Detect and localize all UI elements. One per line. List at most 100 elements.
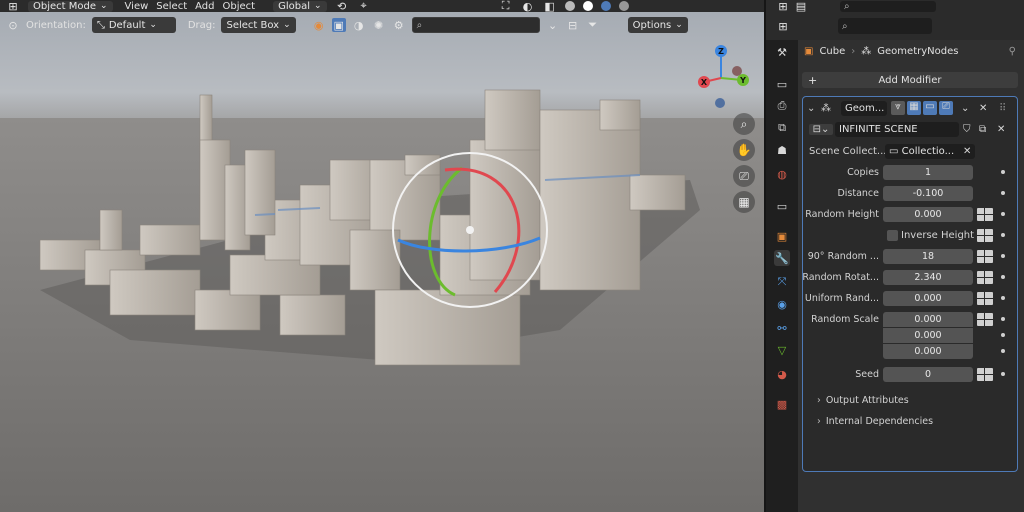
node-group-field[interactable]: INFINITE SCENE <box>835 121 959 137</box>
animate-dot-icon[interactable] <box>1001 372 1005 376</box>
overlay-icon[interactable]: ◐ <box>521 0 535 13</box>
palette-icon[interactable]: ◉ <box>312 18 326 32</box>
camera-icon[interactable]: ⎚ <box>733 165 755 187</box>
copies-field[interactable]: 1 <box>883 164 973 180</box>
inverse-height-checkbox[interactable] <box>887 229 898 241</box>
random-scale-z-field[interactable]: 0.000 <box>883 343 973 359</box>
tools-icon[interactable]: ⚙ <box>392 18 406 32</box>
animate-dot-icon[interactable] <box>1001 212 1005 216</box>
drag-handle-icon[interactable]: ⠿ <box>999 103 1006 114</box>
navigation-gizmo[interactable]: Z X Y <box>690 40 754 110</box>
tab-constraints[interactable]: ⚯ <box>774 320 790 336</box>
tab-collection[interactable]: ▭ <box>774 198 790 214</box>
viewport-search-input[interactable]: ⌕ <box>411 17 540 33</box>
animate-dot-icon[interactable] <box>1001 275 1005 279</box>
chevron-down-icon[interactable]: ⌄ <box>546 18 560 32</box>
distance-field[interactable]: -0.100 <box>883 185 973 201</box>
tab-world[interactable]: ◍ <box>774 166 790 182</box>
hand-icon[interactable]: ✋ <box>733 139 755 161</box>
tab-view-layer[interactable]: ⧉ <box>774 120 790 136</box>
animate-dot-icon[interactable] <box>1001 191 1005 195</box>
attribute-toggle-icon[interactable] <box>977 312 993 326</box>
animate-dot-icon[interactable] <box>1001 254 1005 258</box>
tab-material[interactable]: ◕ <box>774 366 790 382</box>
pivot-icon[interactable]: ⛶ <box>499 0 513 13</box>
tab-tool[interactable]: ⚒ <box>774 44 790 60</box>
snap-icon[interactable]: ⟲ <box>335 0 349 13</box>
modifier-name-field[interactable]: Geom... <box>841 100 887 116</box>
light-icon[interactable]: ✺ <box>372 18 386 32</box>
zoom-icon[interactable]: ⌕ <box>733 113 755 135</box>
attribute-toggle-icon[interactable] <box>977 291 993 305</box>
animate-dot-icon[interactable] <box>1001 296 1005 300</box>
proportional-icon[interactable]: ⌖ <box>357 0 371 13</box>
menu-object[interactable]: Object <box>223 1 256 12</box>
scene-collection-field[interactable]: ▭ Collectio... <box>885 143 975 159</box>
animate-dot-icon[interactable] <box>1001 233 1005 237</box>
transform-space-dropdown[interactable]: Global <box>273 0 327 12</box>
tab-object[interactable]: ▣ <box>774 228 790 244</box>
menu-add[interactable]: Add <box>195 1 214 12</box>
tab-modifiers[interactable]: 🔧 <box>774 250 790 266</box>
animate-dot-icon[interactable] <box>1001 317 1005 321</box>
random-height-field[interactable]: 0.000 <box>883 206 973 222</box>
attribute-toggle-icon[interactable] <box>977 367 993 381</box>
add-modifier-button[interactable]: + Add Modifier <box>802 72 1018 88</box>
grid-icon[interactable]: ▦ <box>733 191 755 213</box>
axis-neg-z-icon[interactable] <box>715 98 725 108</box>
attribute-toggle-icon[interactable] <box>977 207 993 221</box>
select-box-icon[interactable]: ▣ <box>331 18 346 32</box>
internal-dependencies-panel[interactable]: › Internal Dependencies <box>803 413 1017 429</box>
properties-search-input[interactable]: ⌕ <box>838 18 932 34</box>
tab-output[interactable]: ⎙ <box>774 98 790 114</box>
menu-view[interactable]: View <box>125 1 149 12</box>
close-icon[interactable]: ✕ <box>979 103 987 114</box>
shading-wire-icon[interactable] <box>564 1 575 11</box>
menu-select[interactable]: Select <box>156 1 187 12</box>
properties-editor-icon[interactable]: ⊞ <box>776 19 790 33</box>
shading-material-icon[interactable] <box>600 1 611 11</box>
animate-dot-icon[interactable] <box>1001 170 1005 174</box>
animate-dot-icon[interactable] <box>1001 349 1005 353</box>
animate-dot-icon[interactable] <box>1001 333 1005 337</box>
outliner-filter-icon[interactable]: ▤ <box>794 0 808 13</box>
seed-field[interactable]: 0 <box>883 366 973 382</box>
node-tree-dropdown-icon[interactable]: ⊟⌄ <box>809 123 833 135</box>
tab-render[interactable]: ▭ <box>774 76 790 92</box>
attribute-toggle-icon[interactable] <box>977 228 993 242</box>
outliner-search-input[interactable]: ⌕ <box>840 0 936 12</box>
uniform-random-field[interactable]: 0.000 <box>883 290 973 306</box>
shield-icon[interactable]: ⛉ <box>963 124 971 135</box>
expand-chevron-icon[interactable]: ⌄ <box>807 103 815 114</box>
output-attributes-panel[interactable]: › Output Attributes <box>803 392 1017 408</box>
random-scale-x-field[interactable]: 0.000 <box>883 311 973 327</box>
tab-physics[interactable]: ◉ <box>774 296 790 312</box>
xray-icon[interactable]: ◧ <box>543 0 557 13</box>
on-cage-icon[interactable]: ▦ <box>907 101 921 115</box>
modifier-menu-icon[interactable]: ⌄ <box>961 103 969 114</box>
outliner-editor-icon[interactable]: ⊞ <box>776 0 790 13</box>
attribute-toggle-icon[interactable] <box>977 270 993 284</box>
clear-collection-icon[interactable]: ✕ <box>963 146 971 157</box>
viewport-display-icon[interactable]: ▭ <box>923 101 937 115</box>
attribute-toggle-icon[interactable] <box>977 249 993 263</box>
drag-dropdown[interactable]: Select Box <box>221 17 296 33</box>
tab-particles[interactable]: ⤧ <box>774 274 790 290</box>
visibility-icon[interactable]: ⊟ <box>566 18 580 32</box>
3d-viewport[interactable]: ⊞ Object Mode View Select Add Object Glo… <box>0 0 764 512</box>
filter-icon[interactable]: ⏷ <box>586 18 600 32</box>
copy-icon[interactable]: ⧉ <box>979 124 986 135</box>
tab-data[interactable]: ▽ <box>774 342 790 358</box>
unlink-close-icon[interactable]: ✕ <box>997 124 1005 135</box>
viewport-shading-icon[interactable]: ◑ <box>352 18 366 32</box>
tab-scene[interactable]: ☗ <box>774 142 790 158</box>
shading-render-icon[interactable] <box>618 1 629 11</box>
edit-mode-icon[interactable]: ⩔ <box>891 101 905 115</box>
random-scale-y-field[interactable]: 0.000 <box>883 327 973 343</box>
options-dropdown[interactable]: Options <box>627 17 688 33</box>
random-rotation-field[interactable]: 2.340 <box>883 269 973 285</box>
pin-icon[interactable]: ⚲ <box>1009 46 1016 57</box>
render-display-icon[interactable]: ⎚ <box>939 101 953 115</box>
shading-solid-icon[interactable] <box>582 1 593 11</box>
mode-dropdown[interactable]: Object Mode <box>28 0 113 12</box>
